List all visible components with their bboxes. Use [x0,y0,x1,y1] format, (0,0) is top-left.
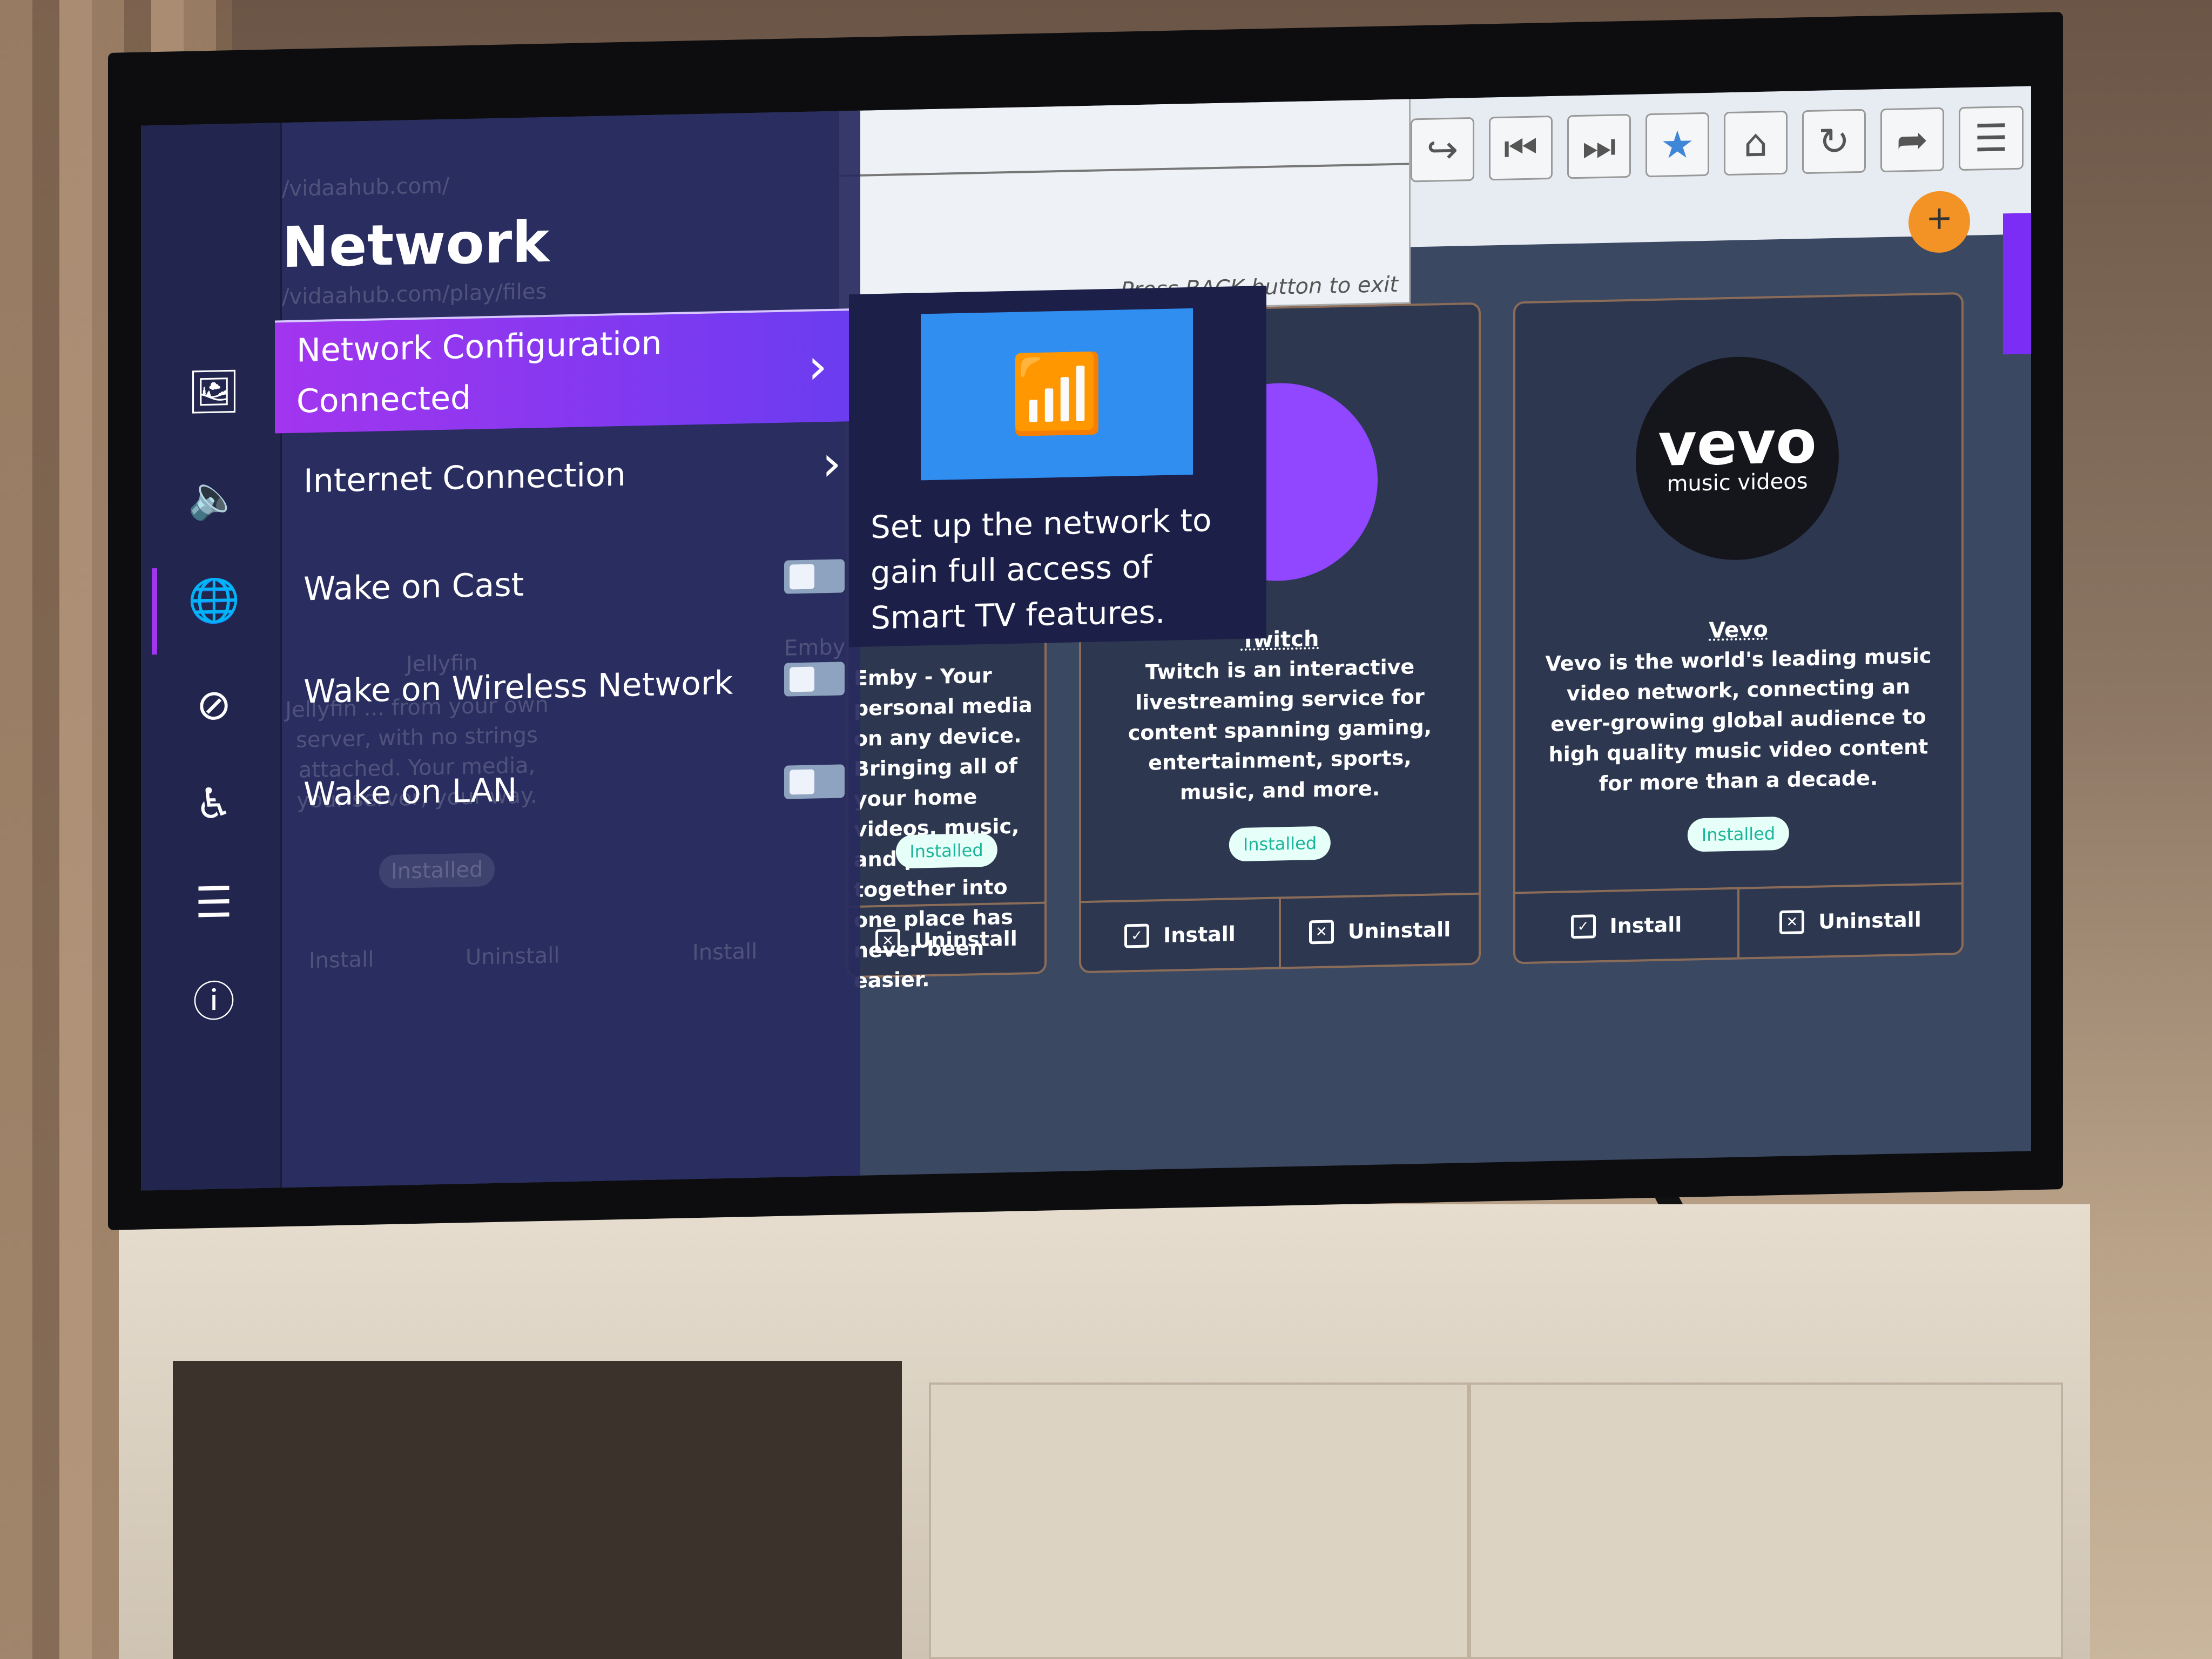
faded-url: /vidaahub.com/ [282,173,450,202]
vevo-card[interactable]: vevo music videos Vevo Vevo is the world… [1513,292,1964,965]
wake-on-lan-toggle[interactable] [784,764,845,799]
purple-accent-strip [2003,213,2031,355]
tv-screen: Emby - Your personal media on any device… [141,86,2031,1191]
no-signal-icon[interactable]: ⊘ [187,678,241,733]
chevron-right-icon: › [822,435,841,493]
cabinet-door [929,1382,1469,1659]
install-label: Install [1163,922,1236,948]
install-label: Install [1609,912,1682,938]
monitor-x-icon: ✕ [1309,920,1334,945]
menu-item-internet-connection[interactable]: Internet Connection [304,456,626,501]
menu-item-wake-on-wireless[interactable]: Wake on Wireless Network [304,664,733,711]
cabinet-door [1469,1382,2063,1659]
menu-item-network-configuration[interactable]: Network Configuration Connected › [275,308,849,434]
vevo-logo: vevo music videos [1636,354,1839,562]
install-button[interactable]: ✓ Install [1515,889,1737,962]
list-icon[interactable]: ☰ [187,875,241,930]
skip-forward-icon[interactable]: ⏭ [1567,113,1631,179]
vevo-logo-text: vevo [1658,407,1817,480]
monitor-x-icon: ✕ [875,929,901,954]
info-icon[interactable]: ⓘ [187,971,241,1027]
share-icon[interactable]: ➦ [1880,107,1944,173]
uninstall-label: Uninstall [1347,917,1451,943]
faded-emby-title: Emby [784,635,846,661]
add-fab-button[interactable]: + [1908,190,1970,254]
status-badge: Installed [895,833,997,869]
reload-icon[interactable]: ↻ [1802,109,1866,174]
uninstall-label: Uninstall [1818,907,1921,934]
page-title: Network [282,208,550,281]
monitor-x-icon: ✕ [1779,910,1805,935]
faded-install: Install [309,947,374,974]
star-icon[interactable]: ★ [1645,112,1709,178]
menu-item-wake-on-lan[interactable]: Wake on LAN [304,771,517,813]
faded-uninstall: Uninstall [466,943,560,970]
install-button[interactable]: ✓ Install [1081,899,1279,972]
monitor-check-icon: ✓ [1570,914,1596,939]
tooltip-text: Set up the network to gain full access o… [871,502,1212,637]
wake-on-cast-toggle[interactable] [784,559,845,594]
network-help-tooltip: 📶 Set up the network to gain full access… [849,286,1266,648]
faded-install: Install [692,939,758,966]
card-desc: Twitch is an interactive livestreaming s… [1128,655,1432,805]
network-globe-icon[interactable]: 🌐 [187,574,241,629]
menu-item-wake-on-cast[interactable]: Wake on Cast [304,566,524,609]
cabinet-shelf [173,1361,902,1659]
card-desc: Vevo is the world's leading music video … [1545,644,1932,796]
redo-icon[interactable]: ↪ [1411,117,1474,183]
item-label: Wake on Wireless Network [304,664,733,711]
accessibility-icon[interactable]: ♿ [187,777,241,832]
chevron-right-icon: › [808,338,827,395]
faded-status: Installed [379,852,495,889]
faded-url: /vidaahub.com/play/files [282,279,547,310]
home-icon[interactable]: ⌂ [1724,110,1788,176]
item-label: Internet Connection [304,455,626,501]
status-badge: Installed [1687,816,1790,852]
status-badge: Installed [1229,826,1331,862]
sound-icon[interactable]: 🔈 [187,470,241,525]
wake-on-wireless-toggle[interactable] [784,662,845,697]
settings-category-rail: 🖼 🔈 🌐 ⊘ ♿ ☰ ⓘ [141,123,282,1191]
menu-icon[interactable]: ☰ [1959,105,2024,171]
item-label: Network Configuration [296,324,662,370]
uninstall-button[interactable]: ✕ Uninstall [848,904,1044,976]
uninstall-button[interactable]: ✕ Uninstall [1279,894,1479,967]
picture-icon[interactable]: 🖼 [187,365,241,420]
skip-back-icon[interactable]: ⏮ [1489,115,1553,181]
item-status: Connected [296,379,471,421]
uninstall-button[interactable]: ✕ Uninstall [1737,885,1961,957]
network-settings-panel: /vidaahub.com/ /vidaahub.com/play/files … [275,110,860,1188]
network-devices-illustration: 📶 [921,308,1193,481]
active-indicator [152,568,157,655]
item-label: Wake on LAN [304,771,517,814]
uninstall-label: Uninstall [914,926,1017,953]
item-label: Wake on Cast [304,565,524,609]
monitor-check-icon: ✓ [1124,923,1150,948]
url-dropdown[interactable]: Press BACK button to exit [839,99,1411,316]
